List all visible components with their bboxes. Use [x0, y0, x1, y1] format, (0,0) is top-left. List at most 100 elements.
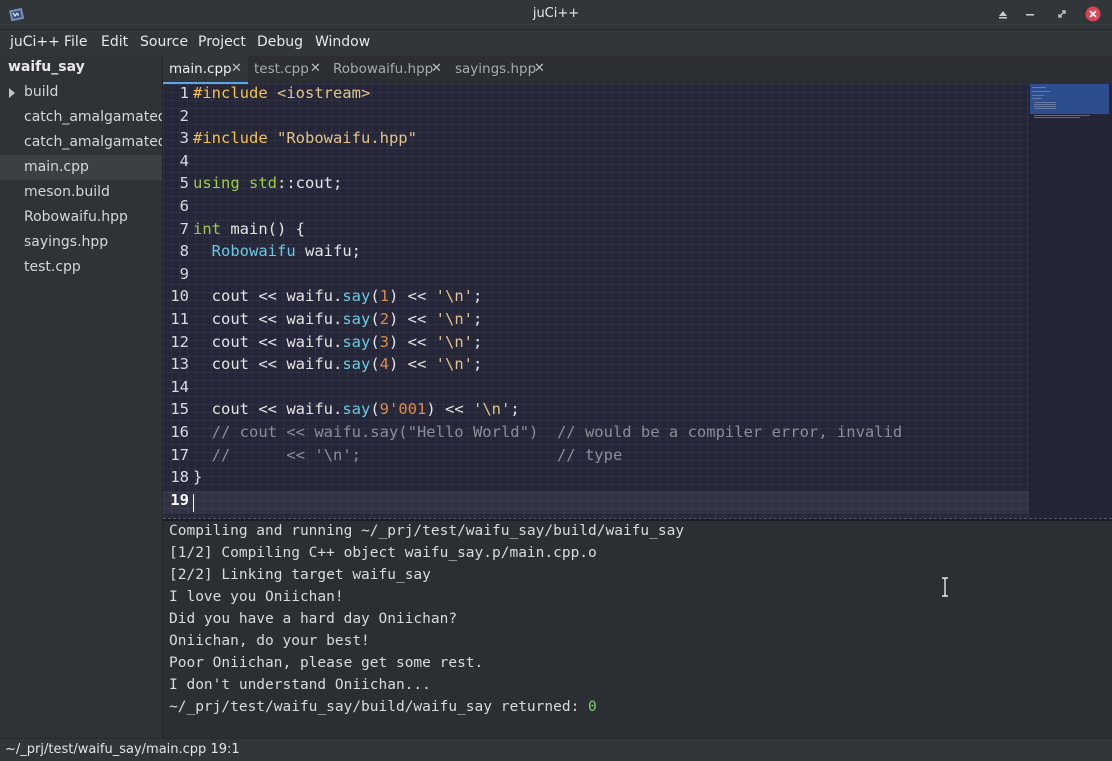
ibeam-cursor-icon	[942, 577, 948, 597]
close-circle-icon[interactable]	[1085, 6, 1101, 22]
line-number: 18	[170, 468, 189, 487]
code-line[interactable]: 4	[163, 152, 1029, 175]
menu-jucipp[interactable]: juCi++	[10, 34, 60, 50]
code-line[interactable]: 7 int main() {	[163, 220, 1029, 243]
code-line[interactable]: 14	[163, 378, 1029, 401]
code-line[interactable]: 3 #include "Robowaifu.hpp"	[163, 129, 1029, 152]
close-icon[interactable]: ✕	[231, 61, 242, 76]
return-code: 0	[588, 699, 597, 715]
file-tree: waifu_say build catch_amalgamated.cpp ca…	[0, 56, 163, 738]
code-line[interactable]: 11 cout << waifu.say(2) << '\n';	[163, 310, 1029, 333]
code-line[interactable]: 8 Robowaifu waifu;	[163, 242, 1029, 265]
minimize-icon[interactable]	[1022, 6, 1038, 22]
tab-bar: main.cpp ✕ test.cpp ✕ Robowaifu.hpp ✕ sa…	[163, 56, 1112, 83]
tab-label: test.cpp	[254, 61, 309, 77]
tree-item-meson-build[interactable]: meson.build	[0, 180, 162, 205]
code-line[interactable]: 1 #include <iostream>	[163, 84, 1029, 107]
code-line[interactable]: 15 cout << waifu.say(9'001) << '\n';	[163, 400, 1029, 423]
line-number: 2	[179, 106, 189, 125]
code-line[interactable]: 17 // << '\n'; // type	[163, 446, 1029, 469]
code-line[interactable]: 6	[163, 197, 1029, 220]
terminal-line: I don't understand Oniichan...	[169, 677, 431, 693]
tree-item-test-cpp[interactable]: test.cpp	[0, 255, 162, 280]
code-text: #include "Robowaifu.hpp"	[193, 129, 417, 148]
code-text: #include <iostream>	[193, 84, 371, 102]
terminal-line: Did you have a hard day Oniichan?	[169, 611, 458, 627]
status-bar: ~/_prj/test/waifu_say/main.cpp 19:1	[0, 738, 1112, 761]
triangle-right-icon[interactable]	[8, 88, 16, 98]
terminal-line: Compiling and running ~/_prj/test/waifu_…	[169, 523, 685, 539]
code-text: cout << waifu.say(2) << '\n';	[193, 310, 483, 328]
minimap-line	[1032, 91, 1050, 92]
tree-item-label: catch_amalgamated.cpp	[24, 109, 162, 125]
line-number: 6	[179, 197, 189, 215]
code-text: cout << waifu.say(1) << '\n';	[193, 287, 483, 306]
tab-robowaifu-hpp[interactable]: Robowaifu.hpp ✕	[327, 56, 449, 83]
terminal-line: Oniichan, do your best!	[169, 633, 370, 649]
line-number: 14	[170, 377, 189, 396]
tree-item-robowaifu-hpp[interactable]: Robowaifu.hpp	[0, 205, 162, 230]
status-file-position: ~/_prj/test/waifu_say/main.cpp 19:1	[5, 742, 240, 757]
code-text: cout << waifu.say(4) << '\n';	[193, 355, 483, 374]
tree-item-catch-hpp[interactable]: catch_amalgamated.hpp	[0, 130, 162, 155]
tree-item-main-cpp[interactable]: main.cpp	[0, 155, 162, 180]
file-tree-root[interactable]: waifu_say	[8, 59, 85, 75]
minimap-line	[1034, 102, 1056, 103]
tab-test-cpp[interactable]: test.cpp ✕	[248, 56, 327, 83]
terminal-line: Poor Oniichan, please get some rest.	[169, 655, 484, 671]
line-number: 13	[170, 355, 189, 374]
line-number: 12	[170, 332, 189, 351]
terminal-line: I love you Oniichan!	[169, 589, 344, 605]
code-text: // cout << waifu.say("Hello World") // w…	[211, 423, 903, 441]
menu-edit[interactable]: Edit	[101, 34, 128, 50]
code-line[interactable]: 19	[163, 490, 1029, 514]
tab-sayings-hpp[interactable]: sayings.hpp ✕	[449, 56, 549, 83]
close-icon[interactable]: ✕	[534, 61, 545, 76]
minimap[interactable]	[1029, 84, 1112, 518]
tab-label: main.cpp	[169, 61, 232, 77]
maximize-icon[interactable]	[1054, 6, 1070, 22]
minimap-line	[1034, 106, 1056, 107]
code-line[interactable]: 9	[163, 265, 1029, 288]
tab-main-cpp[interactable]: main.cpp ✕	[163, 56, 248, 83]
menu-file[interactable]: File	[64, 34, 87, 50]
code-text: // << '\n'; // type	[211, 445, 623, 464]
tree-item-sayings-hpp[interactable]: sayings.hpp	[0, 230, 162, 255]
line-number: 17	[170, 445, 189, 464]
minimap-line	[1034, 104, 1056, 105]
tree-item-build[interactable]: build	[0, 80, 162, 105]
menu-window[interactable]: Window	[315, 34, 370, 50]
line-number: 15	[170, 400, 189, 419]
line-number: 19	[170, 490, 189, 509]
code-text: cout << waifu.say(3) << '\n';	[193, 332, 483, 351]
line-number: 1	[179, 84, 189, 102]
code-line[interactable]: 12 cout << waifu.say(3) << '\n';	[163, 333, 1029, 356]
code-line[interactable]: 13 cout << waifu.say(4) << '\n';	[163, 355, 1029, 378]
code-line[interactable]: 18}	[163, 468, 1029, 491]
menu-project[interactable]: Project	[198, 34, 246, 50]
terminal-output[interactable]: Compiling and running ~/_prj/test/waifu_…	[163, 521, 1112, 738]
minimap-line	[1034, 115, 1090, 116]
code-line[interactable]: 16 // cout << waifu.say("Hello World") /…	[163, 423, 1029, 446]
minimap-viewport[interactable]	[1030, 84, 1109, 114]
line-number: 10	[170, 287, 189, 306]
tree-item-label: test.cpp	[24, 259, 81, 275]
close-icon[interactable]: ✕	[431, 61, 442, 76]
close-icon[interactable]: ✕	[310, 61, 321, 76]
code-line[interactable]: 2	[163, 107, 1029, 130]
tab-label: sayings.hpp	[455, 61, 537, 77]
tab-label: Robowaifu.hpp	[333, 61, 434, 77]
code-line[interactable]: 10 cout << waifu.say(1) << '\n';	[163, 287, 1029, 310]
tree-item-catch-cpp[interactable]: catch_amalgamated.cpp	[0, 105, 162, 130]
terminal-line: [2/2] Linking target waifu_say	[169, 567, 431, 583]
menu-debug[interactable]: Debug	[257, 34, 303, 50]
minimap-line	[1032, 98, 1042, 99]
terminal-line: [1/2] Compiling C++ object waifu_say.p/m…	[169, 545, 597, 561]
text-caret	[193, 493, 194, 512]
code-line[interactable]: 5 using std::cout;	[163, 174, 1029, 197]
code-editor[interactable]: 1 #include <iostream> 2 3 #include "Robowaif…	[163, 84, 1029, 518]
menu-bar: juCi++ File Edit Source Project Debug Wi…	[0, 30, 1112, 56]
menu-source[interactable]: Source	[140, 34, 188, 50]
keep-above-icon[interactable]	[995, 6, 1011, 22]
code-text: Robowaifu waifu;	[211, 242, 361, 261]
